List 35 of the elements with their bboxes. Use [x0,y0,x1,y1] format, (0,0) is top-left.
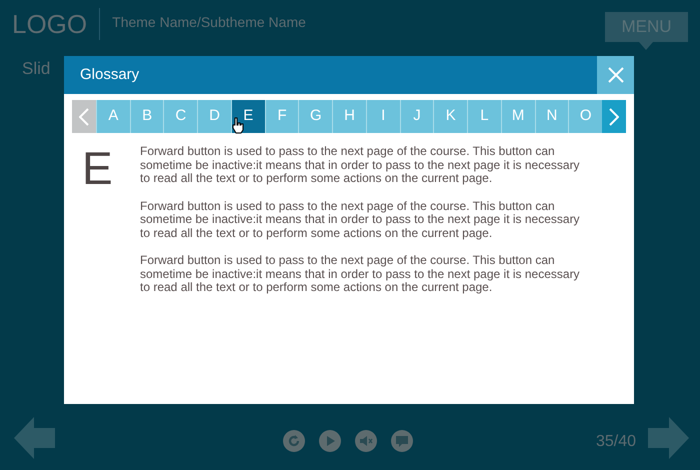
slide-title: Slid [22,58,50,80]
play-icon[interactable] [319,430,341,452]
definition-paragraph: Forward button is used to pass to the next page of the course. This button can sometime be inactive:it means that in order to pass to the next page it is necessary to read all the text or to perform some actions on the current page. [140,145,581,186]
letter-tab[interactable]: F [264,100,298,133]
chevron-left-icon [79,108,89,126]
speech-bubble-icon[interactable] [391,430,413,452]
replay-icon[interactable] [283,430,305,452]
letter-tab[interactable]: B [130,100,164,133]
forward-arrow-icon[interactable] [648,417,689,459]
close-button[interactable] [597,56,634,94]
definition-paragraph: Forward button is used to pass to the next page of the course. This button can sometime be inactive:it means that in order to pass to the next page it is necessary to read all the text or to perform some actions on the current page. [140,200,581,240]
letter-tab[interactable]: J [400,100,434,133]
theme-name: Theme Name/Subtheme Name [111,13,306,32]
mute-icon[interactable] [355,430,377,452]
dialog-title: Glossary [79,64,140,85]
letter-tab[interactable]: O [568,100,602,133]
back-arrow-icon[interactable] [14,417,55,459]
letter-tab[interactable]: C [163,100,198,133]
letter-tab[interactable]: I [366,100,400,133]
entry-letter: E [82,145,114,196]
logo: LOGO [12,8,100,40]
letter-tab[interactable]: H [332,100,366,133]
next-letters-button[interactable] [602,100,626,133]
close-icon [606,66,624,84]
page-counter: 35/40 [596,432,636,452]
letter-tab[interactable]: N [534,100,568,133]
letter-tab[interactable]: D [197,100,231,133]
letter-tab[interactable]: G [298,100,332,133]
letter-tab[interactable]: L [467,100,501,133]
hand-cursor-icon [232,117,244,134]
letter-tab[interactable]: A [96,100,130,133]
chevron-right-icon [609,108,620,126]
definition-paragraph: Forward button is used to pass to the next page of the course. This button can sometime be inactive:it means that in order to pass to the next page it is necessary to read all the text or to perform some actions on the current page. [140,254,581,294]
letter-tab[interactable]: M [500,100,535,133]
letter-tab[interactable]: K [433,100,468,133]
